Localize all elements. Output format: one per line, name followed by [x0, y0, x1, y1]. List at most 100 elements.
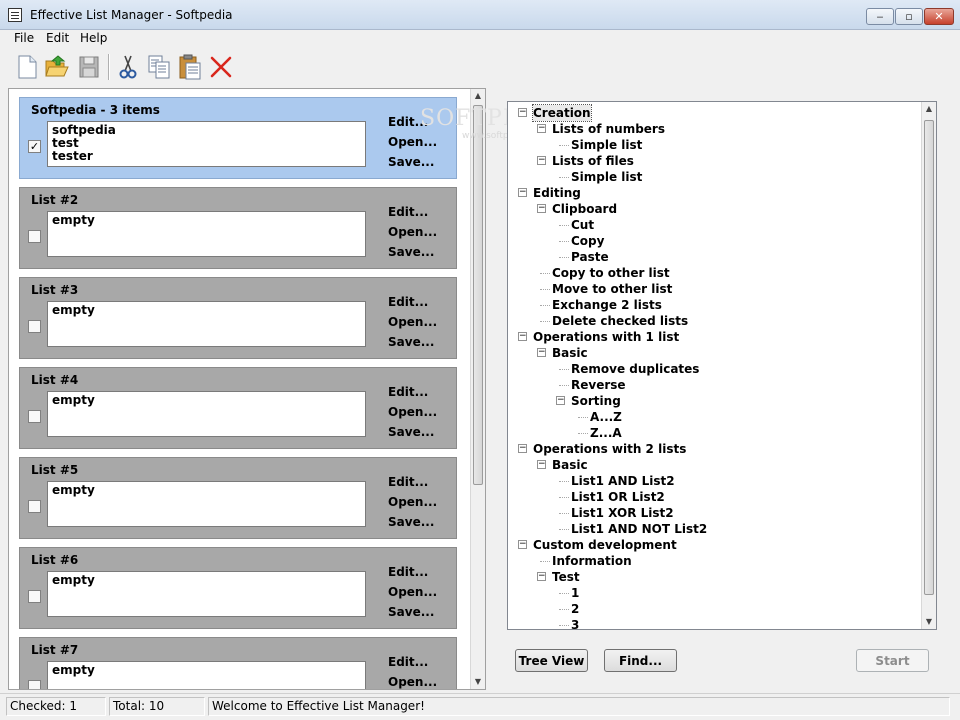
- list-action-open[interactable]: Open...: [388, 402, 437, 422]
- list-items-box[interactable]: empty: [47, 391, 366, 437]
- close-button[interactable]: ✕: [924, 8, 954, 25]
- tree-node[interactable]: Test: [552, 569, 580, 585]
- list-items-box[interactable]: softpedia test tester: [47, 121, 366, 167]
- tree-scrollbar-thumb[interactable]: [924, 120, 934, 595]
- collapse-icon[interactable]: −: [518, 332, 527, 341]
- tree-node[interactable]: Basic: [552, 345, 588, 361]
- list-action-open[interactable]: Open...: [388, 582, 437, 602]
- title-bar[interactable]: Effective List Manager - Softpedia ‒ ▫ ✕: [0, 0, 960, 30]
- tree-node[interactable]: Creation: [532, 104, 592, 122]
- list-action-edit[interactable]: Edit...: [388, 292, 437, 312]
- tree-node[interactable]: Move to other list: [552, 281, 672, 297]
- tree-node[interactable]: Operations with 1 list: [533, 329, 679, 345]
- tree-scrollbar[interactable]: ▲ ▼: [921, 102, 936, 629]
- start-button[interactable]: Start: [856, 649, 929, 672]
- tree-view-button[interactable]: Tree View: [515, 649, 588, 672]
- tree-node[interactable]: A...Z: [590, 409, 622, 425]
- list-action-save[interactable]: Save...: [388, 332, 437, 352]
- list-action-edit[interactable]: Edit...: [388, 562, 437, 582]
- minimize-button[interactable]: ‒: [866, 8, 894, 25]
- tree-node[interactable]: Lists of numbers: [552, 121, 665, 137]
- open-button[interactable]: [44, 54, 70, 80]
- list-action-open[interactable]: Open...: [388, 312, 437, 332]
- menu-file[interactable]: File: [14, 31, 34, 45]
- list-checkbox[interactable]: [28, 590, 41, 603]
- collapse-icon[interactable]: −: [537, 124, 546, 133]
- list-checkbox[interactable]: [28, 680, 41, 689]
- list-block[interactable]: Softpedia - 3 items softpedia test tester ✓ E…: [19, 97, 457, 179]
- tree-node[interactable]: 2: [571, 601, 579, 617]
- maximize-button[interactable]: ▫: [895, 8, 923, 25]
- list-items-box[interactable]: empty: [47, 661, 366, 689]
- list-action-open[interactable]: Open...: [388, 222, 437, 242]
- list-action-save[interactable]: Save...: [388, 152, 437, 172]
- list-action-edit[interactable]: Edit...: [388, 652, 437, 672]
- tree-node[interactable]: Editing: [533, 185, 581, 201]
- tree-node[interactable]: Custom development: [533, 537, 677, 553]
- tree-node[interactable]: Remove duplicates: [571, 361, 699, 377]
- list-action-open[interactable]: Open...: [388, 492, 437, 512]
- scroll-down-icon[interactable]: ▼: [471, 675, 485, 689]
- tree-node[interactable]: Z...A: [590, 425, 622, 441]
- list-block[interactable]: List #3 empty Edit... Open... Save...: [19, 277, 457, 359]
- tree-node[interactable]: 3: [571, 617, 579, 629]
- list-checkbox[interactable]: [28, 410, 41, 423]
- tree-node[interactable]: Basic: [552, 457, 588, 473]
- tree-node[interactable]: Copy: [571, 233, 604, 249]
- tree-node[interactable]: Simple list: [571, 169, 642, 185]
- find-button[interactable]: Find...: [604, 649, 677, 672]
- scroll-up-icon[interactable]: ▲: [471, 89, 485, 103]
- tree-node[interactable]: Clipboard: [552, 201, 617, 217]
- menu-edit[interactable]: Edit: [46, 31, 69, 45]
- tree-node[interactable]: List1 XOR List2: [571, 505, 674, 521]
- list-items-box[interactable]: empty: [47, 571, 366, 617]
- tree-node[interactable]: Reverse: [571, 377, 626, 393]
- list-items-box[interactable]: empty: [47, 301, 366, 347]
- tree-node[interactable]: 1: [571, 585, 579, 601]
- tree-node[interactable]: Sorting: [571, 393, 621, 409]
- lists-scrollbar[interactable]: ▲ ▼: [470, 89, 485, 689]
- list-action-edit[interactable]: Edit...: [388, 202, 437, 222]
- list-checkbox[interactable]: [28, 500, 41, 513]
- tree-node[interactable]: Cut: [571, 217, 594, 233]
- collapse-icon[interactable]: −: [556, 396, 565, 405]
- tree-node[interactable]: Lists of files: [552, 153, 634, 169]
- tree-node[interactable]: Simple list: [571, 137, 642, 153]
- list-checkbox[interactable]: [28, 320, 41, 333]
- list-action-save[interactable]: Save...: [388, 512, 437, 532]
- collapse-icon[interactable]: −: [537, 348, 546, 357]
- tree-node[interactable]: Operations with 2 lists: [533, 441, 686, 457]
- collapse-icon[interactable]: −: [537, 572, 546, 581]
- list-action-open[interactable]: Open...: [388, 672, 437, 689]
- list-block[interactable]: List #6 empty Edit... Open... Save...: [19, 547, 457, 629]
- tree-node[interactable]: Information: [552, 553, 632, 569]
- list-action-edit[interactable]: Edit...: [388, 382, 437, 402]
- paste-button[interactable]: [177, 54, 203, 80]
- list-action-open[interactable]: Open...: [388, 132, 437, 152]
- collapse-icon[interactable]: −: [518, 188, 527, 197]
- list-block[interactable]: List #2 empty Edit... Open... Save...: [19, 187, 457, 269]
- tree-node[interactable]: Copy to other list: [552, 265, 670, 281]
- collapse-icon[interactable]: −: [518, 540, 527, 549]
- tree-node[interactable]: Paste: [571, 249, 609, 265]
- list-block[interactable]: List #5 empty Edit... Open... Save...: [19, 457, 457, 539]
- tree-scroll-up-icon[interactable]: ▲: [922, 102, 936, 116]
- collapse-icon[interactable]: −: [518, 444, 527, 453]
- cut-button[interactable]: [115, 54, 141, 80]
- delete-button[interactable]: [208, 54, 234, 80]
- tree-scroll-down-icon[interactable]: ▼: [922, 615, 936, 629]
- tree-node[interactable]: List1 AND NOT List2: [571, 521, 707, 537]
- list-checkbox[interactable]: [28, 230, 41, 243]
- list-checkbox[interactable]: ✓: [28, 140, 41, 153]
- menu-help[interactable]: Help: [80, 31, 107, 45]
- list-block[interactable]: List #7 empty Edit...Open...Save...: [19, 637, 457, 689]
- tree-node[interactable]: Delete checked lists: [552, 313, 688, 329]
- list-items-box[interactable]: empty: [47, 481, 366, 527]
- tree-node[interactable]: List1 OR List2: [571, 489, 665, 505]
- list-action-save[interactable]: Save...: [388, 422, 437, 442]
- list-action-save[interactable]: Save...: [388, 242, 437, 262]
- list-items-box[interactable]: empty: [47, 211, 366, 257]
- collapse-icon[interactable]: −: [518, 108, 527, 117]
- tree-node[interactable]: List1 AND List2: [571, 473, 675, 489]
- list-action-save[interactable]: Save...: [388, 602, 437, 622]
